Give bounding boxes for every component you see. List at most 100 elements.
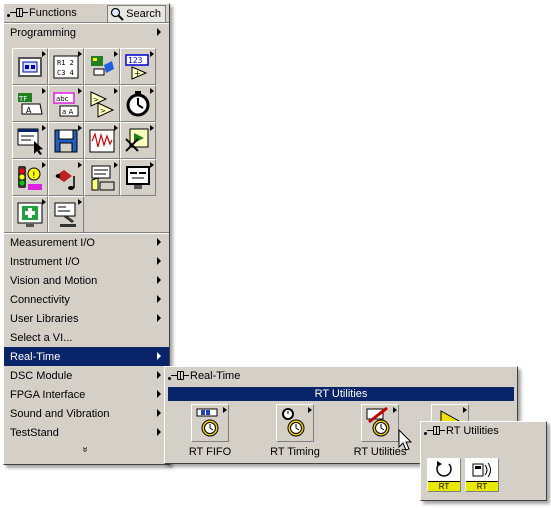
cluster-tile[interactable] (84, 48, 120, 85)
svg-text:A: A (26, 106, 32, 115)
numeric-icon: 123 + (125, 53, 149, 80)
submenu-arrow-icon (150, 162, 154, 168)
dialog-icon (17, 128, 43, 155)
category-teststand[interactable]: TestStand (4, 423, 169, 442)
submenu-arrow-icon (157, 428, 161, 436)
category-label: Vision and Motion (10, 274, 98, 287)
array-icon: R1 2 C3 4 (53, 55, 79, 78)
svg-text:+: + (134, 69, 141, 78)
category-user-libraries[interactable]: User Libraries (4, 309, 169, 328)
rt-timing-item[interactable]: RT Timing (255, 404, 335, 458)
search-button[interactable]: Search (107, 5, 166, 23)
submenu-arrow-icon (157, 390, 161, 398)
waveform-icon (89, 129, 115, 152)
empty-slot (84, 196, 120, 233)
rt-fifo-tile[interactable] (191, 404, 229, 442)
structures-tile[interactable] (12, 48, 48, 85)
rt-fifo-item[interactable]: RT FIFO (170, 404, 250, 458)
expand-more-icon[interactable]: » (79, 447, 90, 453)
submenu-arrow-icon (393, 407, 397, 413)
category-programming[interactable]: Programming (4, 23, 169, 42)
submenu-arrow-icon (42, 199, 46, 205)
category-connectivity[interactable]: Connectivity (4, 290, 169, 309)
rt-utilities-tile[interactable] (361, 404, 399, 442)
synchronization-tile[interactable]: ! (12, 159, 48, 196)
functions-titlebar[interactable]: Functions Search (4, 4, 169, 23)
category-select-vi[interactable]: Select a VI... (4, 328, 169, 347)
rtutilities-titlebar[interactable]: RT Utilities (421, 422, 546, 440)
stopwatch-icon (126, 90, 150, 116)
favorites-tile[interactable] (12, 196, 48, 233)
rt-target-tile[interactable]: RT (465, 458, 499, 492)
string-tile[interactable]: abc a A (48, 85, 84, 122)
submenu-arrow-icon (308, 407, 312, 413)
category-dsc-module[interactable]: DSC Module (4, 366, 169, 385)
category-vision-motion[interactable]: Vision and Motion (4, 271, 169, 290)
graphics-sound-tile[interactable] (48, 159, 84, 196)
submenu-arrow-icon (157, 257, 161, 265)
category-label: Measurement I/O (10, 236, 95, 249)
category-label: Programming (10, 26, 77, 39)
category-measurement-io[interactable]: Measurement I/O (4, 233, 169, 252)
category-label: FPGA Interface (10, 388, 86, 401)
submenu-arrow-icon (463, 407, 467, 413)
express-monitor-icon (126, 165, 150, 189)
rt-timing-icon (282, 408, 305, 437)
structures-icon (18, 56, 42, 77)
rt-reboot-tile[interactable]: RT (427, 458, 461, 492)
submenu-arrow-icon (42, 51, 46, 57)
traffic-light-icon: ! (18, 165, 42, 190)
submenu-arrow-icon (150, 125, 154, 131)
svg-text:a A: a A (62, 108, 74, 116)
submenu-arrow-icon (114, 51, 118, 57)
string-icon: abc a A (53, 91, 79, 116)
functions-palette: Functions Search Programming R1 2 C3 4 12… (3, 3, 170, 465)
microscope-icon (54, 202, 76, 227)
empty-slot (120, 196, 156, 233)
rt-utilities-banner: RT Utilities (168, 387, 514, 401)
timing-tile[interactable] (120, 85, 156, 122)
thumbtack-icon[interactable] (7, 7, 29, 19)
submenu-arrow-icon (114, 88, 118, 94)
numeric-tile[interactable]: 123 + (120, 48, 156, 85)
boolean-icon: TF A (18, 92, 43, 115)
submenu-arrow-icon (42, 88, 46, 94)
thumbtack-icon[interactable] (424, 425, 446, 437)
express-tile[interactable] (120, 159, 156, 196)
comparison-tile[interactable]: > > (84, 85, 120, 122)
report-tile[interactable] (84, 159, 120, 196)
category-list: Measurement I/O Instrument I/O Vision an… (4, 233, 169, 442)
submenu-arrow-icon (78, 125, 82, 131)
category-instrument-io[interactable]: Instrument I/O (4, 252, 169, 271)
category-label: TestStand (10, 426, 59, 439)
waveform-tile[interactable] (84, 122, 120, 159)
boolean-tile[interactable]: TF A (12, 85, 48, 122)
submenu-arrow-icon (157, 409, 161, 417)
array-tile[interactable]: R1 2 C3 4 (48, 48, 84, 85)
submenu-arrow-icon (223, 407, 227, 413)
category-label: Real-Time (10, 350, 61, 363)
category-label: Sound and Vibration (10, 407, 110, 420)
category-real-time[interactable]: Real-Time (4, 347, 169, 366)
dialog-tile[interactable] (12, 122, 48, 159)
cluster-icon (91, 55, 114, 75)
svg-text:TF: TF (18, 95, 27, 103)
file-io-tile[interactable] (48, 122, 84, 159)
category-label: Select a VI... (10, 331, 73, 344)
submenu-arrow-icon (42, 162, 46, 168)
category-label: Connectivity (10, 293, 70, 306)
submenu-arrow-icon (150, 88, 154, 94)
instrumentation-tile[interactable] (48, 196, 84, 233)
submenu-arrow-icon (157, 314, 161, 322)
programming-icon-grid: R1 2 C3 4 123 + TF A abc a A > > ! (12, 48, 156, 233)
category-sound-vibration[interactable]: Sound and Vibration (4, 404, 169, 423)
rt-timing-tile[interactable] (276, 404, 314, 442)
category-fpga-interface[interactable]: FPGA Interface (4, 385, 169, 404)
submenu-arrow-icon (114, 125, 118, 131)
functions-title: Functions (29, 7, 77, 19)
svg-text:abc: abc (56, 95, 69, 103)
submenu-arrow-icon (42, 125, 46, 131)
app-control-tile[interactable] (120, 122, 156, 159)
thumbtack-icon[interactable] (168, 370, 190, 382)
realtime-titlebar[interactable]: Real-Time (165, 367, 517, 385)
